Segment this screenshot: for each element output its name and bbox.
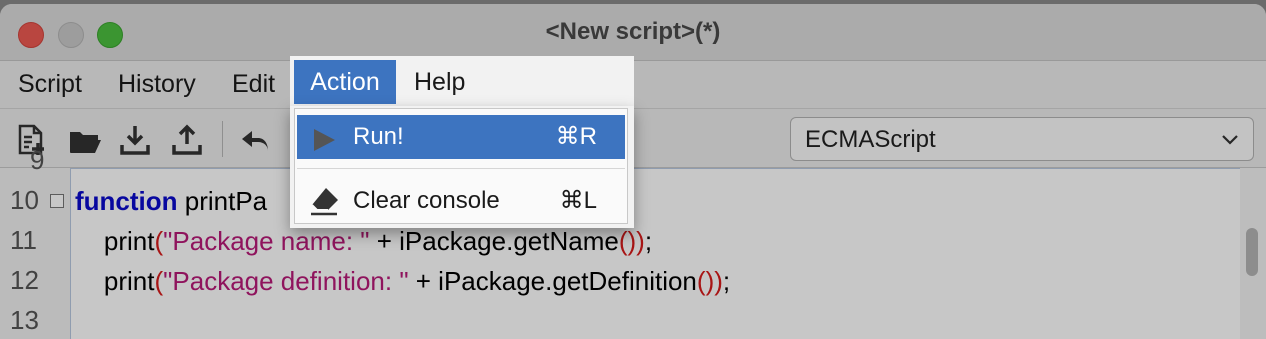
line-number: 12 xyxy=(10,265,39,295)
menu-history[interactable]: History xyxy=(106,61,208,108)
eraser-icon xyxy=(309,185,341,232)
code-text: + iPackage.getDefinition xyxy=(408,266,697,296)
code-fn: print xyxy=(103,226,155,256)
paren: ()) xyxy=(618,226,645,256)
action-menu-list: Run! ⌘R Clear console ⌘L xyxy=(294,108,628,224)
line-number: 10 xyxy=(10,185,39,215)
title-bar: <New script>(*) xyxy=(0,4,1266,61)
code-text: + iPackage.getName xyxy=(369,226,619,256)
line-number: 11 xyxy=(10,225,37,255)
paren: ()) xyxy=(696,266,723,296)
code-text: printPa xyxy=(177,186,268,216)
open-folder-icon[interactable] xyxy=(68,123,102,157)
menu-script[interactable]: Script xyxy=(6,61,94,108)
code-text: ; xyxy=(722,266,731,296)
menu-help[interactable]: Help xyxy=(414,60,465,104)
code-line: function printPa xyxy=(75,181,267,221)
play-icon xyxy=(311,124,337,168)
menu-action[interactable]: Action xyxy=(294,60,396,104)
window-title: <New script>(*) xyxy=(545,18,721,45)
keyword: function xyxy=(75,186,178,216)
code-fn: print xyxy=(103,266,155,296)
code-text: ; xyxy=(644,226,653,256)
upload-icon[interactable] xyxy=(170,123,204,157)
editor-text-area[interactable]: function printPa print("Package name: " … xyxy=(70,168,1241,339)
paren: ( xyxy=(154,266,164,296)
line-number: 9 xyxy=(30,145,45,175)
line-number-gutter: 9 10 11 12 13 xyxy=(0,145,70,339)
menu-separator xyxy=(297,168,625,169)
download-icon[interactable] xyxy=(118,123,152,157)
scrollbar-thumb[interactable] xyxy=(1246,228,1258,276)
paren: ( xyxy=(154,226,164,256)
menu-item-shortcut: ⌘L xyxy=(559,187,597,214)
chevron-down-icon xyxy=(1219,128,1241,150)
menu-bar-highlight-strip: Action Help xyxy=(290,56,634,106)
menu-item-shortcut: ⌘R xyxy=(555,123,597,150)
toolbar-separator xyxy=(222,121,223,157)
menu-edit[interactable]: Edit xyxy=(220,61,287,108)
language-value: ECMAScript xyxy=(805,126,936,153)
menu-item-label: Run! xyxy=(353,123,404,150)
action-menu-dropdown: Run! ⌘R Clear console ⌘L xyxy=(290,106,634,228)
code-line: print("Package definition: " + iPackage.… xyxy=(75,261,730,301)
vertical-scrollbar[interactable] xyxy=(1240,168,1266,339)
line-number: 13 xyxy=(10,305,39,335)
menu-item-run[interactable]: Run! ⌘R xyxy=(297,115,625,159)
language-select[interactable]: ECMAScript xyxy=(790,117,1254,161)
fold-toggle-icon[interactable] xyxy=(50,194,64,208)
undo-icon[interactable] xyxy=(238,123,272,157)
string-literal: "Package definition: " xyxy=(163,266,409,296)
menu-item-label: Clear console xyxy=(353,187,500,214)
menu-item-clear-console[interactable]: Clear console ⌘L xyxy=(297,179,625,223)
